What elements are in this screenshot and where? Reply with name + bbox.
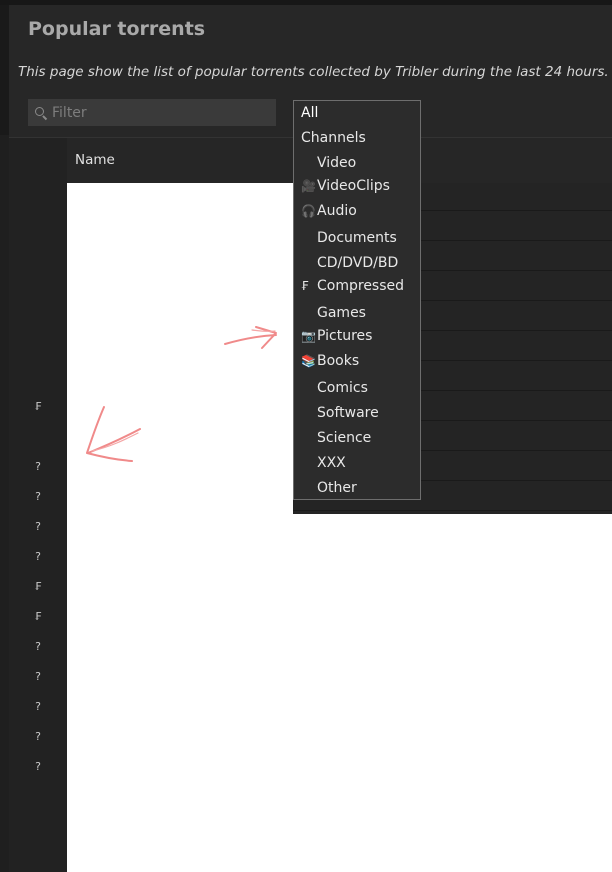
category-option-all[interactable]: All (301, 105, 318, 121)
category-option-label: Software (317, 405, 379, 421)
category-icon: 📚 (301, 354, 316, 368)
sidebar-edge (0, 5, 9, 135)
row-category-icons: ₣???? ₣ ₣????? (9, 181, 67, 871)
category-icon: 🎧 (301, 204, 316, 218)
annotation-arrow-right (224, 326, 277, 349)
category-icon: 🎥 (301, 179, 316, 193)
row-category-icon: ? (35, 489, 41, 503)
category-option-channels[interactable]: Channels (301, 130, 366, 146)
category-option-label: Comics (317, 380, 368, 396)
annotation-arrow-left (86, 406, 141, 462)
category-option-label: Video (317, 155, 357, 171)
row-category-icon: ₣ (34, 579, 42, 593)
row-category-icon: ? (35, 639, 41, 653)
row-category-icon (9, 301, 67, 331)
filter-input[interactable] (52, 104, 252, 121)
category-option-label: Audio (317, 203, 357, 219)
search-icon (34, 106, 48, 120)
row-category-icon (9, 811, 67, 841)
category-dropdown-list[interactable]: All Channels Video 🎥 VideoClips 🎧 Audio Documen… (293, 100, 421, 500)
row-category-icon: ? (35, 759, 41, 773)
category-option-label: Science (317, 430, 372, 446)
category-option-science[interactable]: Science (301, 430, 371, 446)
category-icon: ₣ (301, 279, 309, 293)
category-option-documents[interactable]: Documents (301, 230, 397, 246)
category-option-pictures[interactable]: 📷 Pictures (301, 328, 372, 344)
row-category-icon: ₣ (34, 399, 42, 413)
category-option-label: VideoClips (317, 178, 390, 194)
row-category-icon: ? (35, 519, 41, 533)
row-category-icon (9, 361, 67, 391)
category-option-label: Games (317, 305, 366, 321)
category-option-other[interactable]: Other (301, 480, 357, 496)
row-category-icon (9, 271, 67, 301)
page-subtitle: This page show the list of popular torre… (18, 64, 609, 80)
row-category-icon: ? (35, 669, 41, 683)
row-category-icon: ? (35, 699, 41, 713)
page-title: Popular torrents (28, 18, 206, 40)
category-option-label: CD/DVD/BD (317, 255, 399, 271)
category-option-label: Books (317, 353, 360, 369)
category-option-label: Channels (301, 130, 366, 146)
row-category-icon: ? (35, 549, 41, 563)
category-option-label: Documents (317, 230, 397, 246)
category-option-cd-dvd-bd[interactable]: CD/DVD/BD (301, 255, 398, 271)
row-category-icon (9, 211, 67, 241)
row-category-icon (9, 331, 67, 361)
row-category-icon (9, 841, 67, 871)
category-option-xxx[interactable]: XXX (301, 455, 346, 471)
row-category-icon (9, 241, 67, 271)
category-option-video[interactable]: Video (301, 155, 356, 171)
row-category-icon (9, 781, 67, 811)
row-divider (293, 510, 612, 511)
category-option-software[interactable]: Software (301, 405, 379, 421)
category-option-games[interactable]: Games (301, 305, 366, 321)
category-option-books[interactable]: 📚 Books (301, 353, 359, 369)
category-option-label: All (301, 105, 319, 121)
column-header-name[interactable]: Name (75, 152, 115, 168)
filter-box[interactable] (28, 99, 276, 126)
row-category-icon (9, 181, 67, 211)
category-option-compressed[interactable]: ₣ Compressed (301, 278, 404, 294)
category-option-label: Pictures (317, 328, 373, 344)
category-option-videoclips[interactable]: 🎥 VideoClips (301, 178, 390, 194)
category-option-label: Compressed (317, 278, 405, 294)
row-category-icon: ? (35, 459, 41, 473)
category-icon: 📷 (301, 329, 316, 343)
row-category-icon (9, 421, 67, 451)
category-option-label: Other (317, 480, 357, 496)
category-option-label: XXX (317, 455, 346, 471)
row-category-icon: ₣ (34, 609, 42, 623)
category-option-comics[interactable]: Comics (301, 380, 368, 396)
row-category-icon: ? (35, 729, 41, 743)
category-option-audio[interactable]: 🎧 Audio (301, 203, 357, 219)
